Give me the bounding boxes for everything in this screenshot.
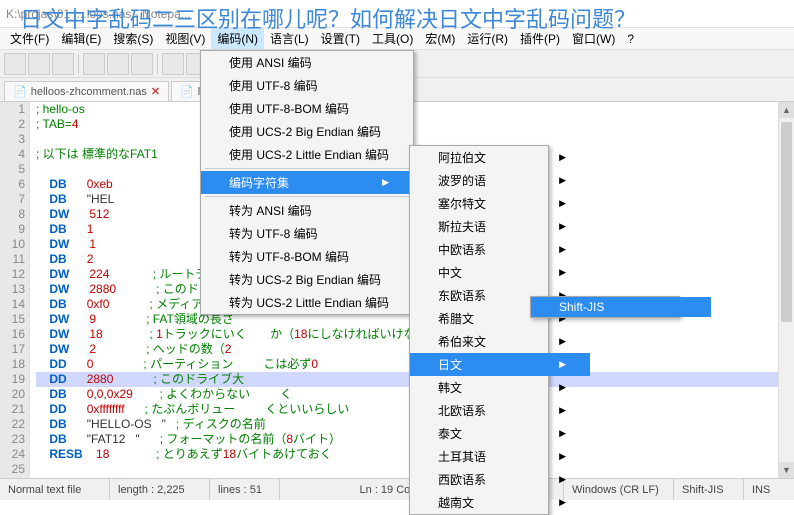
scroll-down-icon[interactable]: ▼ xyxy=(779,462,794,478)
tb-save-icon[interactable] xyxy=(52,53,74,75)
submenu-arrow-icon: ▶ xyxy=(559,267,566,278)
submenu-arrow-icon: ▶ xyxy=(559,497,566,508)
menu-item[interactable]: 转为 UTF-8 编码 xyxy=(201,222,413,245)
code-line-2[interactable]: ; TAB=4 xyxy=(36,117,794,132)
separator xyxy=(157,54,158,74)
menu-item[interactable]: 越南文▶ xyxy=(410,491,590,514)
submenu-arrow-icon: ▶ xyxy=(559,244,566,255)
encoding-menu: 使用 ANSI 编码使用 UTF-8 编码使用 UTF-8-BOM 编码使用 U… xyxy=(200,50,414,315)
sb-length: length : 2,225 xyxy=(110,479,210,500)
tb-copy-icon[interactable] xyxy=(107,53,129,75)
file-icon: 📄 xyxy=(13,85,27,98)
tb-paste-icon[interactable] xyxy=(131,53,153,75)
tb-cut-icon[interactable] xyxy=(83,53,105,75)
tb-open-icon[interactable] xyxy=(28,53,50,75)
menu-item[interactable]: 使用 ANSI 编码 xyxy=(201,51,413,74)
menu-item[interactable]: 使用 UCS-2 Little Endian 编码 xyxy=(201,143,413,166)
sb-encoding: Shift-JIS xyxy=(674,479,744,500)
submenu-arrow-icon: ▶ xyxy=(559,152,566,163)
close-icon[interactable]: ✕ xyxy=(151,85,160,98)
submenu-arrow-icon: ▶ xyxy=(559,198,566,209)
submenu-arrow-icon: ▶ xyxy=(559,428,566,439)
menu-item[interactable]: 斯拉夫语▶ xyxy=(410,215,590,238)
submenu-arrow-icon: ▶ xyxy=(559,474,566,485)
menu-item[interactable]: 北欧语系▶ xyxy=(410,399,590,422)
file-icon: 📄 xyxy=(180,85,194,98)
menu-item[interactable]: 塞尔特文▶ xyxy=(410,192,590,215)
submenu-arrow-icon: ▶ xyxy=(559,221,566,232)
menu-item[interactable]: 希伯来文▶ xyxy=(410,330,590,353)
submenu-arrow-icon: ▶ xyxy=(559,405,566,416)
menu-item[interactable]: 转为 UTF-8-BOM 编码 xyxy=(201,245,413,268)
menu-item[interactable]: 土耳其语▶ xyxy=(410,445,590,468)
menu-item[interactable]: 转为 ANSI 编码 xyxy=(201,199,413,222)
line-gutter: 1234567891011121314151617181920212223242… xyxy=(0,102,30,482)
charset-submenu: 阿拉伯文▶波罗的语▶塞尔特文▶斯拉夫语▶中欧语系▶中文▶东欧语系▶希腊文▶希伯来… xyxy=(409,145,549,515)
menu-item[interactable]: 使用 UTF-8-BOM 编码 xyxy=(201,97,413,120)
sb-filetype: Normal text file xyxy=(0,479,110,500)
submenu-arrow-icon: ▶ xyxy=(382,177,389,188)
menu-item[interactable]: 使用 UCS-2 Big Endian 编码 xyxy=(201,120,413,143)
menu-item[interactable]: 编码字符集▶ xyxy=(201,171,413,194)
scroll-up-icon[interactable]: ▲ xyxy=(779,102,794,118)
submenu-arrow-icon: ▶ xyxy=(559,382,566,393)
scroll-thumb[interactable] xyxy=(781,122,792,322)
menu-item[interactable]: 使用 UTF-8 编码 xyxy=(201,74,413,97)
tab-0[interactable]: 📄 helloos-zhcomment.nas ✕ xyxy=(4,81,169,101)
menu-item[interactable]: Shift-JIS xyxy=(531,297,711,317)
menu-item[interactable]: 日文▶ xyxy=(410,353,590,376)
vertical-scrollbar[interactable]: ▲ ▼ xyxy=(778,102,794,478)
submenu-arrow-icon: ▶ xyxy=(559,175,566,186)
separator xyxy=(78,54,79,74)
submenu-arrow-icon: ▶ xyxy=(559,451,566,462)
tb-undo-icon[interactable] xyxy=(162,53,184,75)
menu-item[interactable]: 中欧语系▶ xyxy=(410,238,590,261)
menu-item[interactable]: 西欧语系▶ xyxy=(410,468,590,491)
status-bar: Normal text file length : 2,225 lines : … xyxy=(0,478,794,500)
menu-item[interactable]: 中文▶ xyxy=(410,261,590,284)
submenu-arrow-icon: ▶ xyxy=(559,359,566,370)
menu-item[interactable]: 泰文▶ xyxy=(410,422,590,445)
overlay-question: 日文中字乱码二三区别在哪儿呢？如何解决日文中字乱码问题？ xyxy=(20,2,784,34)
submenu-arrow-icon: ▶ xyxy=(559,336,566,347)
tab-label: helloos-zhcomment.nas xyxy=(31,86,147,98)
sb-mode: INS xyxy=(744,479,794,500)
code-line-1[interactable]: ; hello-os xyxy=(36,102,794,117)
menu-item[interactable]: 波罗的语▶ xyxy=(410,169,590,192)
menu-item[interactable]: 阿拉伯文▶ xyxy=(410,146,590,169)
menu-item[interactable]: 韩文▶ xyxy=(410,376,590,399)
sb-lines: lines : 51 xyxy=(210,479,280,500)
japanese-submenu: Shift-JIS xyxy=(530,296,680,318)
menu-item[interactable]: 转为 UCS-2 Little Endian 编码 xyxy=(201,291,413,314)
tb-new-icon[interactable] xyxy=(4,53,26,75)
menu-item[interactable]: 转为 UCS-2 Big Endian 编码 xyxy=(201,268,413,291)
